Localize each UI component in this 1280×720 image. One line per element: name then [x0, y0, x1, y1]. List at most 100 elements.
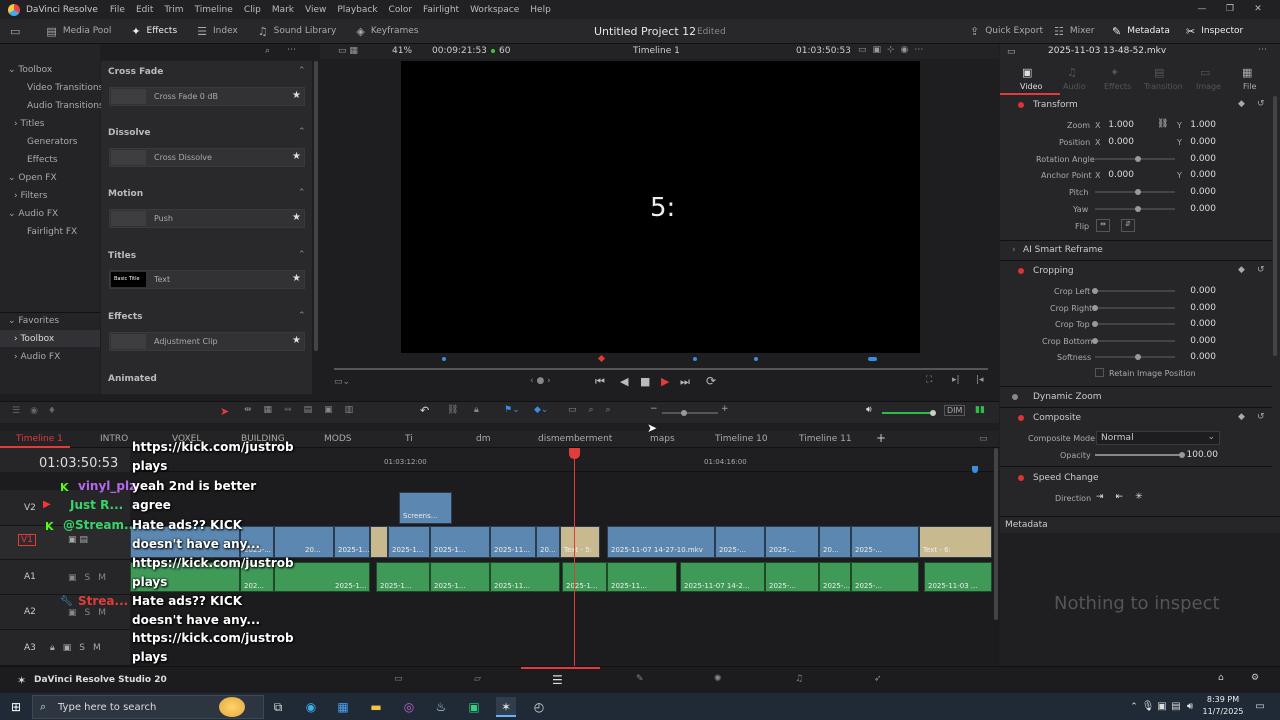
link-icon[interactable]: ⛓: [1157, 119, 1168, 129]
marker-icon[interactable]: [693, 357, 697, 361]
direction-icons[interactable]: ⇥⇤✳: [1096, 492, 1155, 502]
menu-timeline[interactable]: Timeline: [195, 5, 233, 15]
effects-button[interactable]: ✦ Effects: [121, 19, 187, 44]
viewer-mode-icon[interactable]: ▭⌄: [334, 377, 350, 387]
inspector-tab-file[interactable]: File: [1243, 82, 1256, 91]
color-page-icon[interactable]: ✺: [714, 674, 722, 684]
tab-dismemberment[interactable]: dismemberment: [538, 434, 612, 444]
minimize-icon[interactable]: —: [1188, 0, 1216, 19]
tab-menu-icon[interactable]: ▭: [979, 434, 988, 444]
viewer-zoom[interactable]: 41%: [392, 46, 412, 56]
slider-knob[interactable]: [1092, 338, 1098, 344]
audio-meter-icon[interactable]: ▮▮: [975, 405, 985, 415]
menu-fusion[interactable]: Fairlight: [423, 5, 459, 15]
collapse-icon[interactable]: ⌃: [298, 250, 306, 260]
fx-item-text[interactable]: Basic Title Text ★: [109, 270, 305, 289]
quick-export-button[interactable]: ⇪ Quick Export: [960, 19, 1053, 44]
fullscreen-icon[interactable]: ⛶: [926, 375, 932, 385]
sidebar-item-filters[interactable]: › Filters: [14, 191, 47, 201]
maximize-icon[interactable]: ❐: [1216, 0, 1244, 19]
volume-knob[interactable]: [930, 410, 936, 416]
playhead-line[interactable]: [574, 448, 575, 666]
favorite-star-icon[interactable]: ★: [292, 151, 301, 162]
taskbar-search[interactable]: ⌕ Type here to search: [32, 695, 264, 719]
track-controls-icons[interactable]: 🔒︎▣SM: [50, 643, 109, 653]
marker-icon[interactable]: [868, 357, 877, 361]
inspector-options-icon[interactable]: ⋯: [1258, 45, 1267, 55]
video-viewer[interactable]: 5:: [401, 61, 920, 353]
mixer-button[interactable]: ☷ Mixer: [1044, 19, 1104, 44]
media-page-icon[interactable]: ▭: [394, 674, 403, 684]
zoom-in-icon[interactable]: +: [721, 404, 729, 414]
speed-change-title[interactable]: Speed Change: [1033, 473, 1099, 483]
yaw-slider[interactable]: [1095, 206, 1175, 212]
settings-icon[interactable]: ⚙: [1251, 673, 1259, 683]
task-view-icon[interactable]: ⧉: [268, 697, 288, 717]
menu-playback[interactable]: Playback: [337, 5, 377, 15]
tab-intro[interactable]: INTRO: [100, 434, 128, 444]
retain-checkbox[interactable]: [1095, 368, 1104, 377]
keyframe-icon[interactable]: ◆: [1238, 412, 1245, 422]
composite-enable-icon[interactable]: [1018, 415, 1024, 421]
viewer-tools-icons[interactable]: ▭▣⊹◉⋯: [858, 45, 929, 55]
favorite-star-icon[interactable]: ★: [292, 90, 301, 101]
fx-item-cross-fade[interactable]: Cross Fade 0 dB ★: [109, 87, 305, 106]
effects-tab-icon[interactable]: ✦: [1110, 66, 1119, 79]
fx-item-cross-dissolve[interactable]: Cross Dissolve ★: [109, 148, 305, 167]
sidebar-item-video-transitions[interactable]: Video Transitions: [27, 83, 103, 93]
clip-v1[interactable]: 2025-...: [765, 526, 819, 558]
favorites-header[interactable]: ⌄ Favorites: [8, 316, 59, 326]
sidebar-item-titles[interactable]: › Titles: [14, 119, 44, 129]
start-icon[interactable]: ⊞: [6, 697, 26, 717]
lock-icon[interactable]: 🔒︎: [474, 405, 479, 415]
tab-ti[interactable]: Ti: [405, 434, 413, 444]
track-controls-icons[interactable]: ▣SM: [68, 573, 114, 583]
fx-item-adjustment-clip[interactable]: Adjustment Clip ★: [109, 332, 305, 351]
clip-v1[interactable]: 2025-11...: [490, 526, 536, 558]
menu-file[interactable]: File: [110, 5, 125, 15]
fusion-page-icon[interactable]: ✎: [636, 674, 644, 684]
crop-right-slider[interactable]: [1092, 305, 1175, 311]
slider-knob[interactable]: [1092, 321, 1098, 327]
clip-v1[interactable]: [370, 526, 388, 558]
favorite-star-icon[interactable]: ★: [292, 212, 301, 223]
volume-icon[interactable]: 🔊︎: [866, 405, 872, 415]
sidebar-item-audio-transitions[interactable]: Audio Transitions: [27, 101, 104, 111]
toolbar-left-icons[interactable]: ☰◉♦: [12, 406, 66, 416]
prev-frame-icon[interactable]: |◂: [976, 375, 984, 385]
crop-bottom-slider[interactable]: [1092, 338, 1175, 344]
clip-a1[interactable]: 2025-11-07 14-2...: [680, 562, 765, 592]
index-button[interactable]: ☰ Index: [187, 19, 248, 44]
yaw-value[interactable]: 0.000: [1176, 204, 1216, 214]
tab-maps[interactable]: maps: [650, 434, 675, 444]
selection-tool-icon[interactable]: ➤: [220, 405, 229, 418]
collapse-icon[interactable]: ⌃: [298, 66, 306, 76]
pitch-slider[interactable]: [1095, 189, 1175, 195]
inspector-scrollbar[interactable]: [1273, 96, 1277, 356]
keyframe-icon[interactable]: ◆: [1238, 99, 1245, 109]
keyframe-icon[interactable]: ◆: [1238, 265, 1245, 275]
fx-group-header[interactable]: Motion: [108, 189, 143, 199]
edit-tools-icons[interactable]: ⇹▦⇿▤▣▥: [244, 405, 365, 415]
video-tab-icon[interactable]: ▣: [1022, 66, 1032, 79]
transition-tab-icon[interactable]: ▤: [1154, 66, 1164, 79]
clip-v1[interactable]: 20...: [274, 526, 334, 558]
tab-timeline-10[interactable]: Timeline 10: [715, 434, 768, 444]
clip-v1[interactable]: 20...: [536, 526, 560, 558]
notifications-icon[interactable]: ▭: [1250, 697, 1270, 717]
reset-icon[interactable]: ↺: [1257, 412, 1265, 422]
collapse-icon[interactable]: ⌃: [298, 311, 306, 321]
marker-icon[interactable]: [754, 357, 758, 361]
clip-a1[interactable]: 2025-1...: [562, 562, 607, 592]
jog-icon[interactable]: ‹ ● ›: [530, 376, 551, 386]
audio-tab-icon[interactable]: ♫: [1067, 66, 1077, 79]
panel-toggle-button[interactable]: ▭: [0, 19, 36, 44]
clip-v1[interactable]: 2025-1...: [430, 526, 490, 558]
crop-left-value[interactable]: 0.000: [1176, 286, 1216, 296]
next-frame-icon[interactable]: ▸|: [952, 375, 960, 385]
fx-item-push[interactable]: Push ★: [109, 209, 305, 228]
tab-dm[interactable]: dm: [476, 434, 490, 444]
fx-group-header[interactable]: Animated: [108, 374, 157, 384]
metadata-button[interactable]: ✎ Metadata: [1102, 19, 1180, 44]
search-icon[interactable]: ⌕: [265, 46, 270, 56]
